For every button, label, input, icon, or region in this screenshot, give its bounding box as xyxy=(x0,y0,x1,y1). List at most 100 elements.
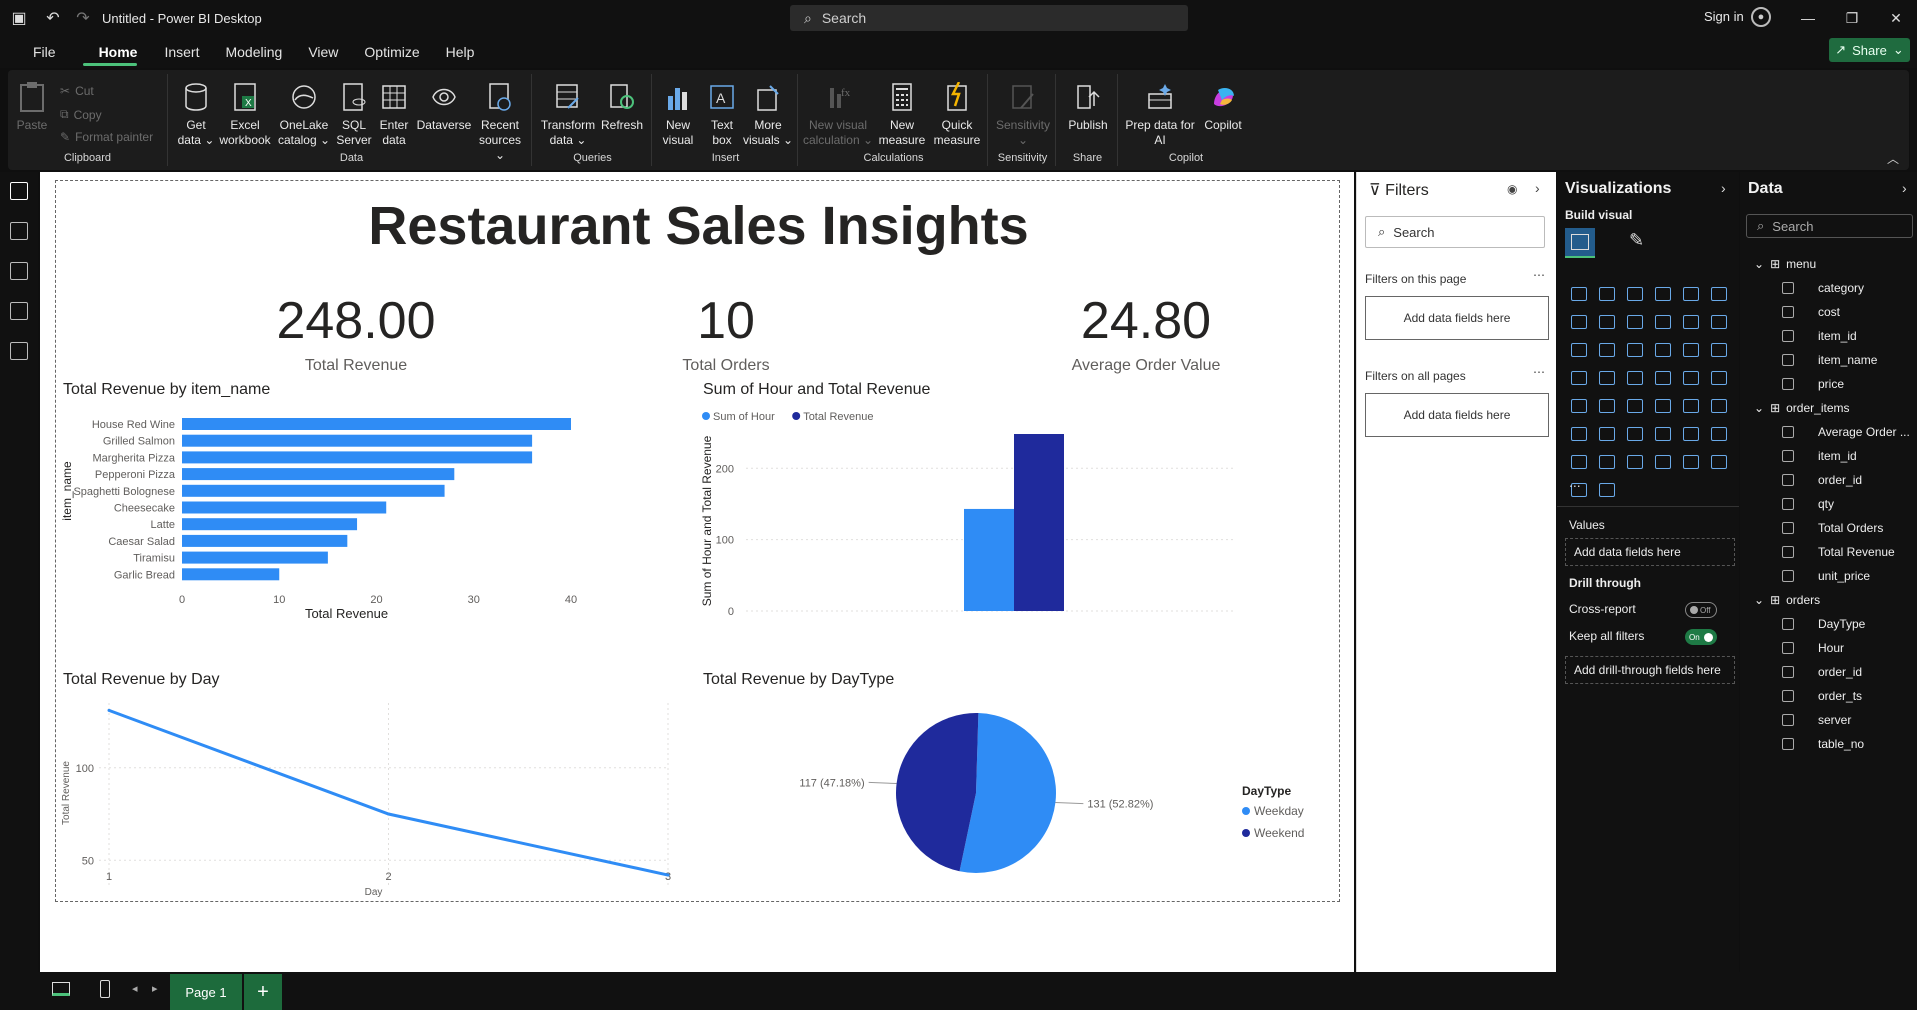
line-point[interactable] xyxy=(387,812,390,816)
format-visual-tab[interactable]: ✎ xyxy=(1629,230,1644,251)
close-icon[interactable]: ✕ xyxy=(1874,0,1917,36)
visual-type-icon[interactable] xyxy=(1705,392,1733,420)
cross-report-toggle[interactable]: Off xyxy=(1685,602,1717,618)
new-visual-button[interactable]: New visual xyxy=(656,78,700,148)
visual-type-icon[interactable] xyxy=(1621,308,1649,336)
visual-type-icon[interactable] xyxy=(1621,392,1649,420)
sign-in-link[interactable]: Sign in xyxy=(1704,9,1744,24)
bar[interactable] xyxy=(182,568,280,581)
field-checkbox[interactable] xyxy=(1782,522,1794,534)
field-node[interactable]: item_id xyxy=(1740,444,1917,468)
undo-icon[interactable]: ↶ xyxy=(38,0,68,36)
build-visual-tab[interactable] xyxy=(1565,228,1595,258)
visual-type-icon[interactable] xyxy=(1565,336,1593,364)
visual-type-icon[interactable] xyxy=(1565,420,1593,448)
model-view-icon[interactable] xyxy=(10,262,28,280)
bar[interactable] xyxy=(182,534,348,547)
prep-data-ai-button[interactable]: Prep data for AI xyxy=(1122,78,1198,148)
field-node[interactable]: cost xyxy=(1740,300,1917,324)
tmdl-view-icon[interactable] xyxy=(10,342,28,360)
kpi-total-orders-value[interactable]: 10 xyxy=(626,291,826,351)
bar[interactable] xyxy=(182,468,455,481)
visual-type-icon[interactable] xyxy=(1649,448,1677,476)
visual-type-icon[interactable] xyxy=(1593,336,1621,364)
publish-button[interactable]: Publish xyxy=(1062,78,1114,133)
field-checkbox[interactable] xyxy=(1782,450,1794,462)
dataverse-button[interactable]: Dataverse xyxy=(416,78,472,133)
line-point[interactable] xyxy=(666,873,670,877)
visual-type-icon[interactable] xyxy=(1593,476,1621,504)
redo-icon[interactable]: ↷ xyxy=(68,0,98,36)
field-checkbox[interactable] xyxy=(1782,738,1794,750)
visual-type-icon[interactable] xyxy=(1677,280,1705,308)
visual-type-icon[interactable] xyxy=(1621,364,1649,392)
visual-type-icon[interactable] xyxy=(1565,392,1593,420)
dax-query-view-icon[interactable] xyxy=(10,302,28,320)
menu-optimize[interactable]: Optimize xyxy=(351,36,432,68)
menu-home[interactable]: Home xyxy=(69,36,152,68)
field-node[interactable]: item_name xyxy=(1740,348,1917,372)
menu-help[interactable]: Help xyxy=(433,36,488,68)
menu-insert[interactable]: Insert xyxy=(151,36,212,68)
chart-hour-revenue-title[interactable]: Sum of Hour and Total Revenue xyxy=(703,381,930,399)
field-checkbox[interactable] xyxy=(1782,570,1794,582)
field-checkbox[interactable] xyxy=(1782,474,1794,486)
visual-type-icon[interactable] xyxy=(1677,308,1705,336)
chart-revenue-by-daytype[interactable]: 131 (52.82%) 117 (47.18%) DayType Weekday We… xyxy=(696,693,1336,898)
field-checkbox[interactable] xyxy=(1782,498,1794,510)
field-node[interactable]: item_id xyxy=(1740,324,1917,348)
prev-page-icon[interactable]: ◂ xyxy=(132,982,138,995)
field-checkbox[interactable] xyxy=(1782,642,1794,654)
more-options-icon[interactable]: ⋯ xyxy=(1533,365,1545,379)
visual-type-icon[interactable] xyxy=(1705,448,1733,476)
visual-type-icon[interactable] xyxy=(1677,448,1705,476)
copilot-button[interactable]: Copilot xyxy=(1198,78,1248,133)
visual-type-icon[interactable] xyxy=(1565,364,1593,392)
visual-type-icon[interactable] xyxy=(1593,448,1621,476)
bar[interactable] xyxy=(182,484,445,497)
mobile-layout-icon[interactable] xyxy=(100,980,110,998)
sensitivity-button[interactable]: Sensitivity ⌄ xyxy=(994,78,1052,148)
legend-marker[interactable] xyxy=(1242,829,1250,837)
collapse-viz-icon[interactable]: › xyxy=(1721,180,1726,196)
restore-icon[interactable]: ❐ xyxy=(1830,0,1874,36)
field-node[interactable]: DayType xyxy=(1740,612,1917,636)
field-checkbox[interactable] xyxy=(1782,618,1794,630)
chart-revenue-by-day[interactable]: 50 100 1 2 3 Day Total Revenue xyxy=(56,693,696,898)
field-checkbox[interactable] xyxy=(1782,354,1794,366)
enter-data-button[interactable]: Enter data xyxy=(374,78,414,148)
kpi-total-revenue-value[interactable]: 248.00 xyxy=(186,291,526,351)
keep-all-filters-toggle[interactable]: On xyxy=(1685,629,1717,645)
field-checkbox[interactable] xyxy=(1782,282,1794,294)
field-node[interactable]: order_ts xyxy=(1740,684,1917,708)
kpi-avg-order-value[interactable]: 24.80 xyxy=(1026,291,1266,351)
excel-workbook-button[interactable]: X Excel workbook xyxy=(219,78,271,148)
sql-server-button[interactable]: SQL Server xyxy=(334,78,374,148)
menu-view[interactable]: View xyxy=(295,36,351,68)
field-node[interactable]: category xyxy=(1740,276,1917,300)
line-point[interactable] xyxy=(107,708,111,712)
visual-type-icon[interactable] xyxy=(1649,392,1677,420)
avatar-icon[interactable]: ● xyxy=(1751,7,1771,27)
field-node[interactable]: order_id xyxy=(1740,660,1917,684)
field-node[interactable]: price xyxy=(1740,372,1917,396)
eye-icon[interactable]: ◉ xyxy=(1507,182,1517,196)
field-checkbox[interactable] xyxy=(1782,306,1794,318)
legend-marker[interactable] xyxy=(792,412,801,420)
column-bar[interactable] xyxy=(964,508,1014,611)
filters-search-input[interactable]: ⌕ Search xyxy=(1365,216,1545,248)
onelake-catalog-button[interactable]: OneLake catalog ⌄ xyxy=(276,78,332,148)
field-node[interactable]: Total Revenue xyxy=(1740,540,1917,564)
field-node[interactable]: Average Order ... xyxy=(1740,420,1917,444)
visual-type-icon[interactable] xyxy=(1649,280,1677,308)
report-title[interactable]: Restaurant Sales Insights xyxy=(56,195,1341,257)
refresh-button[interactable]: Refresh xyxy=(598,78,646,133)
field-checkbox[interactable] xyxy=(1782,378,1794,390)
transform-data-button[interactable]: Transform data ⌄ xyxy=(538,78,598,148)
menu-file[interactable]: File xyxy=(20,36,69,68)
visual-type-icon[interactable] xyxy=(1565,280,1593,308)
minimize-icon[interactable]: — xyxy=(1786,0,1830,36)
bar[interactable] xyxy=(182,551,328,564)
report-page[interactable]: Restaurant Sales Insights 248.00 Total R… xyxy=(55,180,1340,902)
paste-button[interactable]: Paste xyxy=(14,78,50,133)
